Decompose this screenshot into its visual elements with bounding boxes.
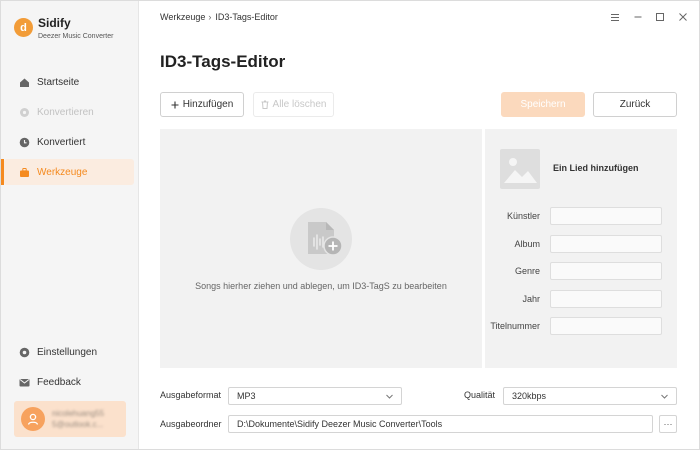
- chevron-down-icon: [385, 392, 394, 403]
- drop-hint: Songs hierher ziehen und ablegen, um ID3…: [195, 281, 447, 291]
- add-audio-file-icon: [290, 208, 352, 270]
- logo-icon: d: [14, 18, 33, 37]
- plus-icon: [171, 101, 179, 109]
- user-icon: [27, 413, 39, 425]
- output-format-value: MP3: [237, 391, 256, 401]
- quality-value: 320kbps: [512, 391, 547, 401]
- artist-field[interactable]: [550, 207, 662, 225]
- sidebar: d Sidify Deezer Music Converter Startsei…: [1, 1, 139, 449]
- output-folder-field[interactable]: D:\Dokumente\Sidify Deezer Music Convert…: [228, 415, 653, 433]
- toolbox-icon: [19, 167, 30, 178]
- album-field[interactable]: [550, 235, 662, 253]
- home-icon: [19, 77, 30, 88]
- sidebar-item-label: Konvertieren: [37, 106, 94, 118]
- add-button[interactable]: Hinzufügen: [160, 92, 244, 117]
- year-field[interactable]: [550, 290, 662, 308]
- chevron-down-icon: [660, 392, 669, 403]
- track-number-label: Titelnummer: [490, 321, 540, 331]
- breadcrumb-parent[interactable]: Werkzeuge: [160, 12, 205, 22]
- year-label: Jahr: [522, 294, 540, 304]
- app-logo: d Sidify Deezer Music Converter: [14, 16, 134, 44]
- user-email-line1: nicolehuang55: [52, 409, 105, 418]
- add-button-label: Hinzufügen: [182, 99, 234, 110]
- close-icon[interactable]: [677, 11, 689, 23]
- output-folder-label: Ausgabeordner: [160, 419, 222, 429]
- breadcrumb-separator: ›: [208, 12, 212, 22]
- clear-all-button[interactable]: Alle löschen: [253, 92, 334, 117]
- user-email-line2: 5@outlook.c...: [52, 420, 104, 429]
- genre-field[interactable]: [550, 262, 662, 280]
- app-name: Sidify: [38, 16, 71, 30]
- page-title: ID3-Tags-Editor: [160, 52, 286, 71]
- image-icon: [504, 158, 537, 183]
- track-number-field[interactable]: [550, 317, 662, 335]
- gear-icon: [19, 347, 30, 358]
- app-subtitle: Deezer Music Converter: [38, 33, 114, 40]
- sidebar-item-einstellungen[interactable]: Einstellungen: [4, 339, 134, 365]
- back-button[interactable]: Zurück: [593, 92, 677, 117]
- trash-icon: [261, 100, 269, 109]
- save-button[interactable]: Speichern: [501, 92, 585, 117]
- clear-all-label: Alle löschen: [272, 99, 327, 110]
- app-window: d Sidify Deezer Music Converter Startsei…: [0, 0, 700, 450]
- user-email: nicolehuang55 5@outlook.c...: [52, 408, 104, 430]
- artist-label: Künstler: [506, 211, 540, 221]
- mail-icon: [19, 377, 30, 388]
- user-account[interactable]: nicolehuang55 5@outlook.c...: [14, 401, 126, 437]
- breadcrumb-current: ID3-Tags-Editor: [215, 12, 278, 22]
- convert-icon: [19, 107, 30, 118]
- sidebar-item-label: Werkzeuge: [37, 166, 88, 178]
- sidebar-item-label: Feedback: [37, 376, 81, 388]
- maximize-icon[interactable]: [654, 11, 666, 23]
- breadcrumb: Werkzeuge › ID3-Tags-Editor: [160, 12, 278, 22]
- album-label: Album: [514, 239, 540, 249]
- drop-zone[interactable]: Songs hierher ziehen und ablegen, um ID3…: [160, 129, 482, 368]
- sidebar-item-label: Startseite: [37, 76, 80, 88]
- genre-label: Genre: [514, 266, 540, 276]
- quality-select[interactable]: 320kbps: [503, 387, 677, 405]
- output-format-select[interactable]: MP3: [228, 387, 402, 405]
- cover-image-placeholder[interactable]: [500, 149, 540, 189]
- avatar: [21, 407, 45, 431]
- tag-panel: Ein Lied hinzufügen Künstler Album Genre…: [485, 129, 677, 368]
- sidebar-item-label: Einstellungen: [37, 346, 98, 358]
- minimize-icon[interactable]: [632, 11, 644, 23]
- sidebar-item-feedback[interactable]: Feedback: [4, 369, 134, 395]
- sidebar-item-startseite[interactable]: Startseite: [4, 69, 134, 95]
- sidebar-item-konvertieren[interactable]: Konvertieren: [4, 99, 134, 125]
- sidebar-item-konvertiert[interactable]: Konvertiert: [4, 129, 134, 155]
- sidebar-item-werkzeuge[interactable]: Werkzeuge: [1, 159, 134, 185]
- add-song-label: Ein Lied hinzufügen: [553, 163, 639, 173]
- quality-label: Qualität: [464, 390, 496, 400]
- output-format-label: Ausgabeformat: [160, 390, 222, 400]
- menu-icon[interactable]: [609, 11, 621, 23]
- browse-folder-button[interactable]: ···: [659, 415, 677, 433]
- sidebar-item-label: Konvertiert: [37, 136, 86, 148]
- clock-icon: [19, 137, 30, 148]
